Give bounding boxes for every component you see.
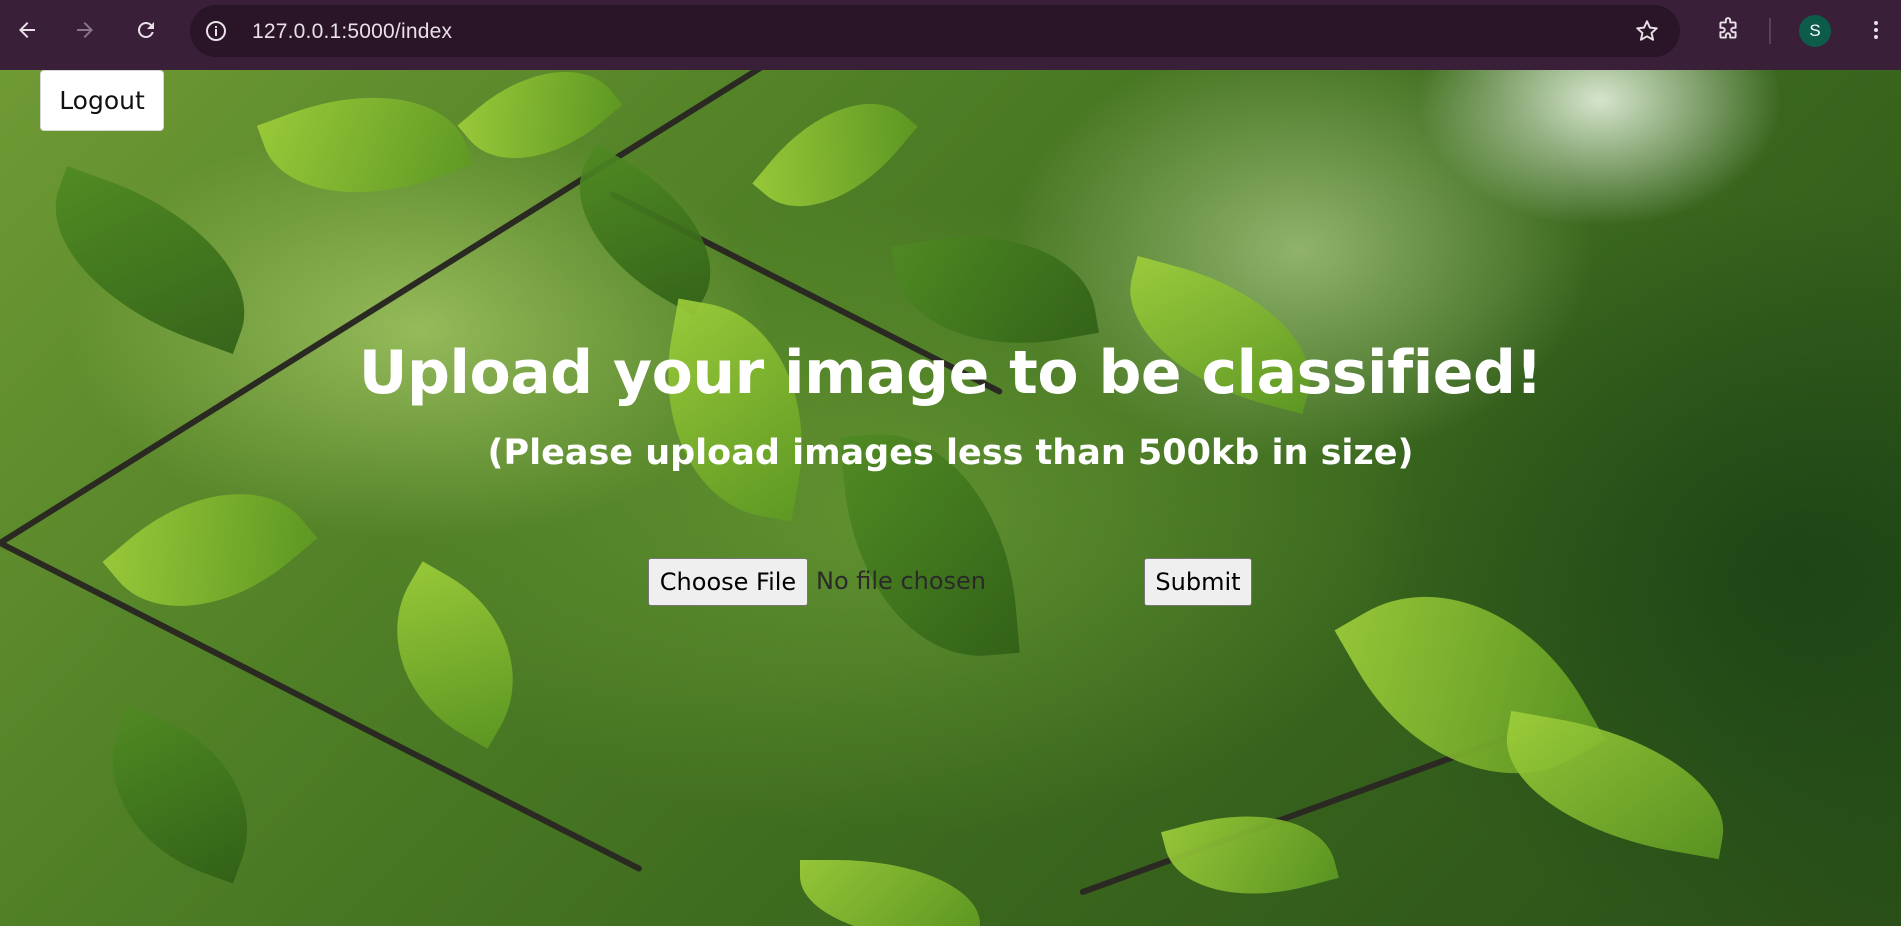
page-title: Upload your image to be classified! xyxy=(358,338,1543,408)
forward-arrow-icon xyxy=(77,22,93,38)
back-button[interactable] xyxy=(9,12,45,48)
url-text[interactable]: 127.0.0.1:5000/index xyxy=(252,20,452,44)
profile-initial: S xyxy=(1809,21,1821,40)
logout-button[interactable]: Logout xyxy=(40,70,164,131)
toolbar-divider xyxy=(1769,18,1771,44)
reload-button[interactable] xyxy=(128,12,164,48)
forward-button[interactable] xyxy=(67,12,103,48)
choose-file-button[interactable]: Choose File xyxy=(648,558,808,606)
star-icon xyxy=(1636,20,1658,41)
page-subtitle: (Please upload images less than 500kb in… xyxy=(487,433,1414,473)
browser-menu-button[interactable] xyxy=(1858,12,1894,48)
puzzle-icon xyxy=(1719,17,1737,39)
bookmark-button[interactable] xyxy=(1634,18,1660,44)
address-bar[interactable]: 127.0.0.1:5000/index xyxy=(190,5,1680,57)
upload-form: Choose File No file chosen Submit xyxy=(648,558,1258,608)
kebab-menu-icon xyxy=(1874,21,1878,39)
file-status-text: No file chosen xyxy=(816,567,987,595)
profile-avatar[interactable]: S xyxy=(1799,15,1831,47)
site-info-button[interactable] xyxy=(204,19,228,43)
browser-toolbar: 127.0.0.1:5000/index S xyxy=(0,0,1901,70)
reload-icon xyxy=(137,21,154,38)
extensions-button[interactable] xyxy=(1710,12,1746,48)
submit-button[interactable]: Submit xyxy=(1144,558,1252,606)
info-icon xyxy=(206,21,226,41)
back-arrow-icon xyxy=(19,22,35,38)
page-viewport: Logout Upload your image to be classifie… xyxy=(0,70,1901,926)
